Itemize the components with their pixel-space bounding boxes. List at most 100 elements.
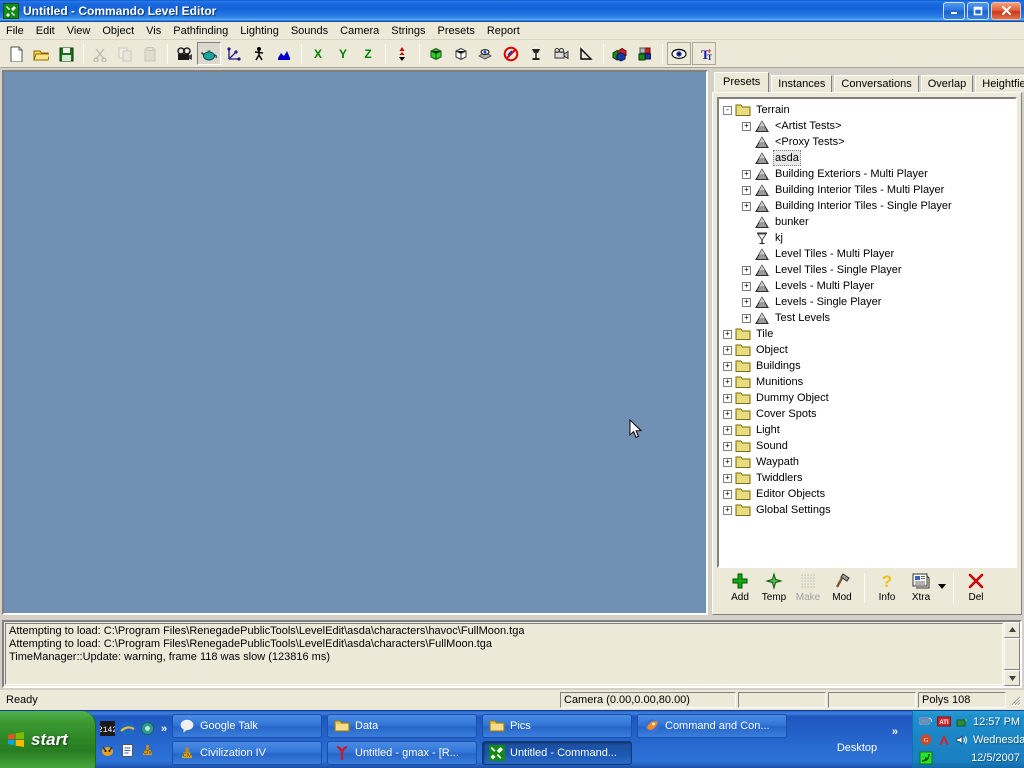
toolbar-teapot-icon[interactable] [197, 42, 221, 65]
expand-icon[interactable]: + [742, 170, 751, 179]
taskbar-button[interactable]: Untitled - Command... [482, 741, 632, 765]
tree-node[interactable]: Level Tiles - Multi Player [723, 246, 1013, 262]
menu-item-vis[interactable]: Vis [140, 23, 167, 39]
desktop-label[interactable]: Desktop [837, 742, 877, 754]
tree-node[interactable]: +Test Levels [723, 310, 1013, 326]
expand-icon[interactable]: + [723, 442, 732, 451]
tree-node[interactable]: +Building Exteriors - Multi Player [723, 166, 1013, 182]
tree-node[interactable]: +Tile [723, 326, 1013, 342]
notepad-icon[interactable] [120, 743, 135, 758]
expand-icon[interactable]: + [742, 314, 751, 323]
tree-node[interactable]: +Twiddlers [723, 470, 1013, 486]
clock-time[interactable]: 12:57 PM [973, 716, 1020, 728]
expand-icon[interactable]: + [723, 362, 732, 371]
toolbar-save-icon[interactable] [54, 42, 78, 65]
toolbar-open-icon[interactable] [29, 42, 53, 65]
scroll-thumb[interactable] [1004, 638, 1020, 671]
menu-item-presets[interactable]: Presets [432, 23, 481, 39]
expand-icon[interactable]: + [742, 298, 751, 307]
expand-icon[interactable]: + [723, 458, 732, 467]
tree-node[interactable]: +Object [723, 342, 1013, 358]
toolbar-objects-icon[interactable] [608, 42, 632, 65]
toolbar-axis-icon[interactable] [222, 42, 246, 65]
tab-overlap[interactable]: Overlap [921, 75, 974, 92]
menu-item-view[interactable]: View [61, 23, 97, 39]
tree-node[interactable]: kj [723, 230, 1013, 246]
menu-item-lighting[interactable]: Lighting [234, 23, 285, 39]
toolbar-camera-icon[interactable] [172, 42, 196, 65]
ati-icon[interactable]: ATI [937, 715, 951, 729]
tree-node[interactable]: <Proxy Tests> [723, 134, 1013, 150]
minimize-button[interactable] [943, 2, 965, 20]
tree-node[interactable]: -Terrain [723, 102, 1013, 118]
preset-button-info[interactable]: ?Info [870, 571, 904, 603]
network-icon[interactable] [919, 715, 933, 729]
green-tray-icon[interactable] [919, 751, 933, 765]
tree-node[interactable]: +Global Settings [723, 502, 1013, 518]
tree-node[interactable]: +Buildings [723, 358, 1013, 374]
bf2142-icon[interactable]: 2142 [100, 721, 115, 736]
tree-node[interactable]: +Levels - Multi Player [723, 278, 1013, 294]
taskbar-button[interactable]: Untitled - gmax - [R... [327, 741, 477, 765]
tree-node[interactable]: +Building Interior Tiles - Multi Player [723, 182, 1013, 198]
tree-node[interactable]: bunker [723, 214, 1013, 230]
tree-node[interactable]: +<Artist Tests> [723, 118, 1013, 134]
menu-item-object[interactable]: Object [96, 23, 140, 39]
expand-icon[interactable]: + [723, 474, 732, 483]
taskbar-button[interactable]: CIVCivilization IV [172, 741, 322, 765]
log-scrollbar[interactable] [1004, 622, 1020, 686]
tree-node[interactable]: +Level Tiles - Single Player [723, 262, 1013, 278]
menu-item-report[interactable]: Report [481, 23, 526, 39]
toolbar-axis-x-icon[interactable]: X [306, 42, 330, 65]
toolbar-vis-sectors-icon[interactable] [449, 42, 473, 65]
menu-item-edit[interactable]: Edit [30, 23, 61, 39]
toolbar-axis-z-icon[interactable]: Z [356, 42, 380, 65]
menu-item-camera[interactable]: Camera [334, 23, 385, 39]
toolbar-lights-icon[interactable] [633, 42, 657, 65]
toolbar-angle-icon[interactable] [574, 42, 598, 65]
tree-node[interactable]: +Cover Spots [723, 406, 1013, 422]
expand-icon[interactable]: + [742, 282, 751, 291]
resize-grip[interactable] [1008, 693, 1022, 707]
xtra-dropdown-arrow[interactable] [938, 582, 948, 591]
scroll-up-button[interactable] [1004, 622, 1020, 638]
tab-instances[interactable]: Instances [771, 75, 832, 92]
scroll-down-button[interactable] [1004, 670, 1020, 686]
expand-icon[interactable]: + [742, 186, 751, 195]
toolbar-text-toggle-icon[interactable]: T+T [692, 42, 716, 65]
toolbar-cut-icon[interactable] [88, 42, 112, 65]
expand-icon[interactable]: + [723, 426, 732, 435]
collapse-icon[interactable]: - [723, 106, 732, 115]
taskbar-overflow-chevron[interactable]: » [892, 726, 912, 738]
start-button[interactable]: start [0, 711, 96, 768]
restore-button[interactable] [967, 2, 989, 20]
expand-icon[interactable]: + [742, 122, 751, 131]
menu-item-file[interactable]: File [0, 23, 30, 39]
civ-icon[interactable]: CIV [140, 743, 155, 758]
expand-icon[interactable]: + [742, 202, 751, 211]
menu-item-sounds[interactable]: Sounds [285, 23, 334, 39]
expand-icon[interactable]: + [723, 490, 732, 499]
quick-launch-more-chevron[interactable]: » [161, 723, 167, 735]
toolbar-lightsolve-icon[interactable] [524, 42, 548, 65]
title-bar[interactable]: Untitled - Commando Level Editor [0, 0, 1024, 22]
tree-node[interactable]: +Levels - Single Player [723, 294, 1013, 310]
toolbar-walk-mode-icon[interactable] [247, 42, 271, 65]
internet-explorer-icon[interactable] [120, 721, 135, 736]
toolbar-heightfield-icon[interactable] [272, 42, 296, 65]
safely-remove-icon[interactable] [955, 715, 969, 729]
toolbar-paste-icon[interactable] [138, 42, 162, 65]
tree-node[interactable]: asda [723, 150, 1013, 166]
expand-icon[interactable]: + [723, 410, 732, 419]
media-icon[interactable] [140, 721, 155, 736]
toolbar-vis-view-icon[interactable] [474, 42, 498, 65]
google-talk-tray-icon[interactable]: G [919, 733, 933, 747]
taskbar-button[interactable]: Pics [482, 714, 632, 738]
menu-item-strings[interactable]: Strings [385, 23, 431, 39]
expand-icon[interactable]: + [723, 394, 732, 403]
preset-button-add[interactable]: Add [723, 571, 757, 603]
tab-heightfield[interactable]: Heightfield [975, 75, 1024, 92]
toolbar-camera-settings-icon[interactable] [549, 42, 573, 65]
tab-presets[interactable]: Presets [714, 72, 769, 92]
expand-icon[interactable]: + [723, 378, 732, 387]
